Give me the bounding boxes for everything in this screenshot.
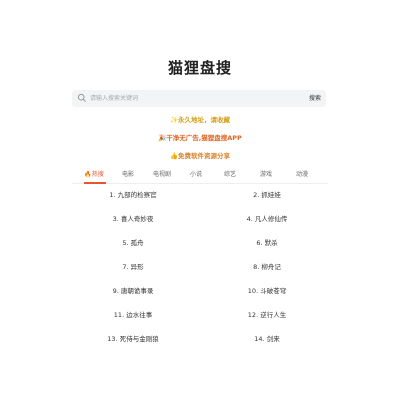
tab-variety[interactable]: 综艺 <box>214 170 246 180</box>
ranking-item[interactable]: 1. 九部的检察官 <box>66 190 200 200</box>
ranking-item[interactable]: 9. 唐朝诡事录 <box>66 286 200 296</box>
tab-game[interactable]: 游戏 <box>250 170 282 180</box>
ranking-item[interactable]: 2. 抓娃娃 <box>200 190 334 200</box>
tab-novel[interactable]: 小说 <box>180 170 212 180</box>
ranking-item[interactable]: 8. 柳舟记 <box>200 262 334 272</box>
ranking-item[interactable]: 11. 边水往事 <box>66 310 200 320</box>
ranking-row: 3. 喜人奇妙夜 4. 凡人修仙传 <box>66 214 334 236</box>
promo-line-3[interactable]: 👍免费软件资源分享 <box>66 151 334 161</box>
ranking-row: 13. 死侍与金刚狼 14. 剑来 <box>66 334 334 356</box>
tab-anime[interactable]: 动漫 <box>286 170 318 180</box>
ranking-item[interactable]: 4. 凡人修仙传 <box>200 214 334 224</box>
promo-line-1: ✨永久地址，请收藏 <box>169 116 231 124</box>
ranking-item[interactable]: 14. 剑来 <box>200 334 334 344</box>
active-tab-indicator <box>84 182 106 184</box>
ranking-item[interactable]: 13. 死侍与金刚狼 <box>66 334 200 344</box>
ranking-row: 7. 异形 8. 柳舟记 <box>66 262 334 284</box>
ranking-item[interactable]: 10. 斗破苍穹 <box>200 286 334 296</box>
search-icon <box>77 93 86 102</box>
search-button[interactable]: 搜索 <box>309 93 321 104</box>
ranking-item[interactable]: 12. 逆行人生 <box>200 310 334 320</box>
tab-hot[interactable]: 🔥热搜 <box>78 170 110 180</box>
ranking-row: 5. 孤舟 6. 默杀 <box>66 238 334 260</box>
ranking-item[interactable]: 7. 异形 <box>66 262 200 272</box>
ranking-item[interactable]: 3. 喜人奇妙夜 <box>66 214 200 224</box>
promo-line-2[interactable]: 🎉干净无广告,猫狸盘搜APP <box>66 133 334 143</box>
ranking-row: 11. 边水往事 12. 逆行人生 <box>66 310 334 332</box>
page-card: 猫狸盘搜 请输入搜索关键词 搜索 ✨永久地址，请收藏 🎉干净无广告,猫狸盘搜AP… <box>66 40 334 360</box>
tab-movie[interactable]: 电影 <box>112 170 144 180</box>
tab-tv[interactable]: 电视剧 <box>146 170 178 180</box>
ranking-item[interactable]: 6. 默杀 <box>200 238 334 248</box>
ranking-row: 9. 唐朝诡事录 10. 斗破苍穹 <box>66 286 334 308</box>
search-input[interactable]: 请输入搜索关键词 <box>90 93 138 104</box>
page-title: 猫狸盘搜 <box>167 59 232 77</box>
ranking-row: 1. 九部的检察官 2. 抓娃娃 <box>66 190 334 212</box>
ranking-item[interactable]: 5. 孤舟 <box>66 238 200 248</box>
search-bar[interactable]: 请输入搜索关键词 搜索 <box>72 90 326 107</box>
category-tabs: 🔥热搜 电影 电视剧 小说 综艺 游戏 动漫 <box>72 168 328 184</box>
